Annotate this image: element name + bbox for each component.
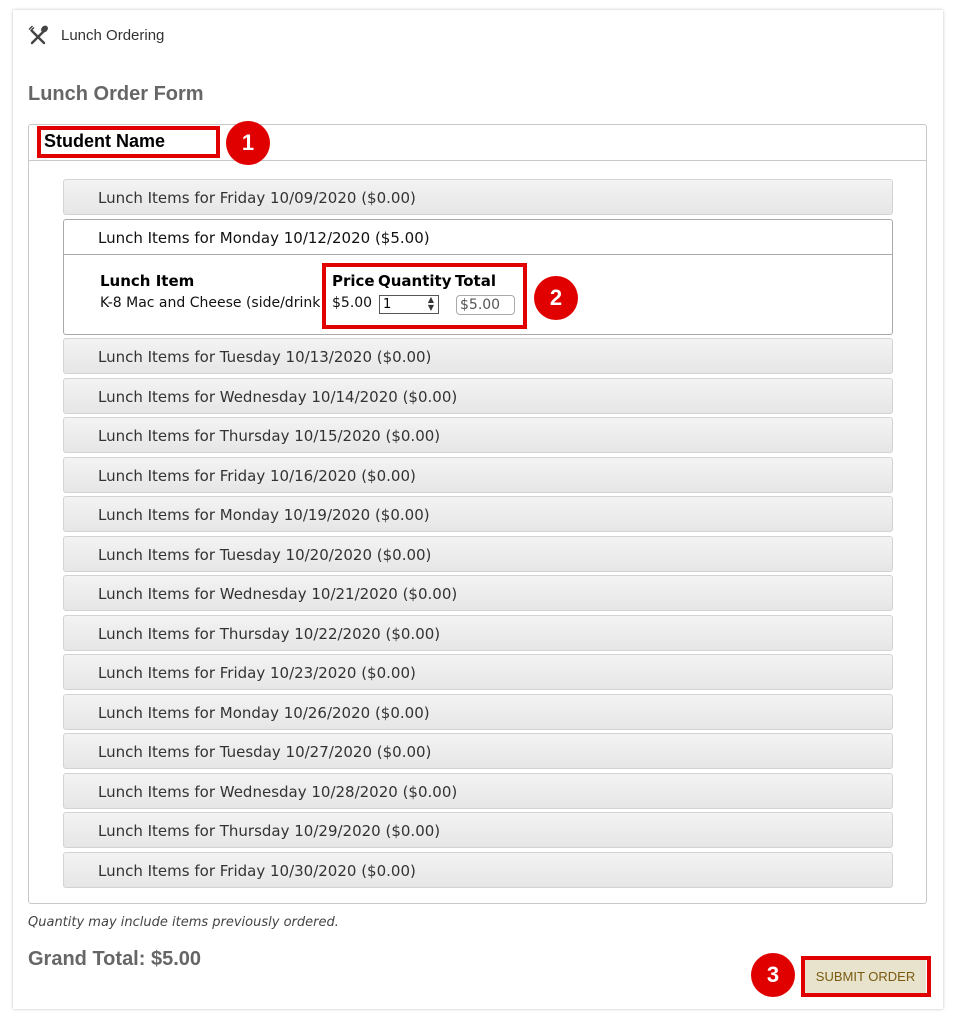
day-label: Lunch Items for Friday 10/16/2020 ($0.00… bbox=[98, 466, 416, 485]
callout-box-2 bbox=[322, 263, 527, 329]
day-label: Lunch Items for Thursday 10/15/2020 ($0.… bbox=[98, 427, 441, 445]
day-header[interactable]: Lunch Items for Thursday 10/29/2020 ($0.… bbox=[63, 812, 893, 848]
day-header[interactable]: Lunch Items for Monday 10/19/2020 ($0.00… bbox=[63, 496, 893, 532]
utensils-icon bbox=[27, 24, 49, 46]
day-header[interactable]: Lunch Items for Wednesday 10/21/2020 ($0… bbox=[63, 575, 893, 611]
day-label: Lunch Items for Thursday 10/22/2020 ($0.… bbox=[98, 624, 441, 643]
day-label: Lunch Items for Monday 10/12/2020 ($5.00… bbox=[98, 228, 430, 247]
form-title: Lunch Order Form bbox=[28, 83, 204, 105]
day-label: Lunch Items for Friday 10/30/2020 ($0.00… bbox=[98, 861, 416, 880]
grand-total: Grand Total: $5.00 bbox=[28, 948, 202, 970]
day-label: Lunch Items for Tuesday 10/20/2020 ($0.0… bbox=[98, 545, 432, 564]
day-header[interactable]: Lunch Items for Friday 10/30/2020 ($0.00… bbox=[63, 851, 893, 888]
day-header[interactable]: Lunch Items for Thursday 10/22/2020 ($0.… bbox=[63, 614, 893, 651]
day-header[interactable]: Lunch Items for Friday 10/23/2020 ($0.00… bbox=[63, 654, 893, 690]
lunch-ordering-panel: Lunch Ordering Lunch Order Form Student … bbox=[13, 10, 943, 1009]
lunch-item-header: Lunch Item bbox=[100, 271, 195, 290]
day-label: Lunch Items for Wednesday 10/21/2020 ($0… bbox=[98, 585, 458, 603]
student-order-box: Student Name Lunch Items for Friday 10/0… bbox=[28, 124, 927, 904]
day-header[interactable]: Lunch Items for Monday 10/26/2020 ($0.00… bbox=[63, 693, 893, 730]
callout-badge-3: 3 bbox=[751, 953, 795, 997]
callout-box-3 bbox=[801, 956, 931, 997]
day-label: Lunch Items for Thursday 10/29/2020 ($0.… bbox=[98, 822, 441, 840]
day-label: Lunch Items for Friday 10/09/2020 ($0.00… bbox=[98, 189, 416, 207]
day-label: Lunch Items for Friday 10/23/2020 ($0.00… bbox=[98, 664, 416, 682]
day-header[interactable]: Lunch Items for Friday 10/16/2020 ($0.00… bbox=[63, 456, 893, 493]
app-header: Lunch Ordering bbox=[27, 24, 164, 46]
day-label: Lunch Items for Tuesday 10/27/2020 ($0.0… bbox=[98, 743, 432, 761]
lunch-item-name: K-8 Mac and Cheese (side/drink bbox=[100, 294, 321, 311]
app-title: Lunch Ordering bbox=[61, 26, 165, 44]
day-label: Lunch Items for Wednesday 10/14/2020 ($0… bbox=[98, 387, 458, 406]
callout-badge-2: 2 bbox=[534, 276, 578, 320]
day-label: Lunch Items for Monday 10/26/2020 ($0.00… bbox=[98, 703, 430, 722]
callout-box-1 bbox=[37, 126, 220, 158]
day-header[interactable]: Lunch Items for Wednesday 10/14/2020 ($0… bbox=[63, 377, 893, 414]
day-label: Lunch Items for Tuesday 10/13/2020 ($0.0… bbox=[98, 348, 432, 366]
day-header-expanded[interactable]: Lunch Items for Monday 10/12/2020 ($5.00… bbox=[63, 218, 893, 255]
quantity-note: Quantity may include items previously or… bbox=[28, 915, 339, 930]
day-header[interactable]: Lunch Items for Friday 10/09/2020 ($0.00… bbox=[63, 179, 893, 215]
day-header[interactable]: Lunch Items for Tuesday 10/27/2020 ($0.0… bbox=[63, 733, 893, 769]
day-header[interactable]: Lunch Items for Wednesday 10/28/2020 ($0… bbox=[63, 772, 893, 809]
day-header[interactable]: Lunch Items for Tuesday 10/20/2020 ($0.0… bbox=[63, 535, 893, 572]
day-label: Lunch Items for Monday 10/19/2020 ($0.00… bbox=[98, 506, 430, 524]
callout-badge-1: 1 bbox=[226, 121, 270, 165]
day-label: Lunch Items for Wednesday 10/28/2020 ($0… bbox=[98, 782, 458, 801]
day-header[interactable]: Lunch Items for Tuesday 10/13/2020 ($0.0… bbox=[63, 338, 893, 374]
day-header[interactable]: Lunch Items for Thursday 10/15/2020 ($0.… bbox=[63, 417, 893, 453]
